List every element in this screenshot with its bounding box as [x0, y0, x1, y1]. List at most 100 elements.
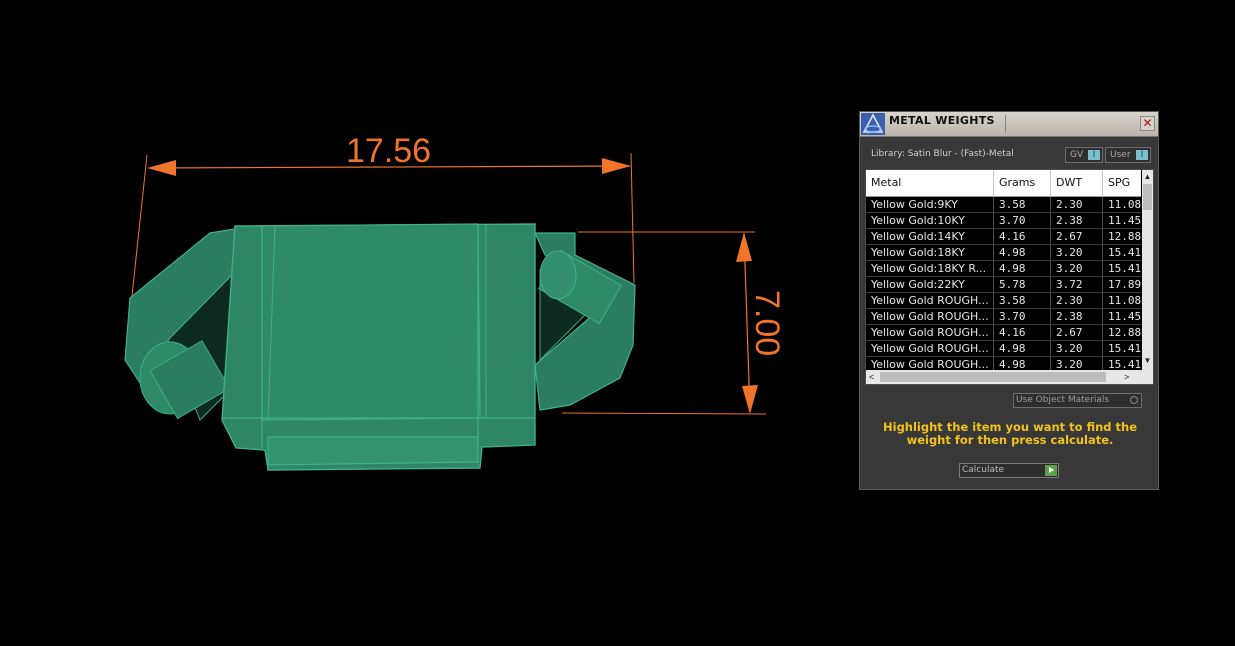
cell-spg: 11.45 [1108, 310, 1142, 323]
cell-metal: Yellow Gold ROUGH... [866, 341, 994, 356]
cell-grams: 4.16 [994, 325, 1051, 340]
table-row[interactable]: Yellow Gold:22KY 5.78 3.72 17.89 [866, 277, 1141, 293]
column-header-spg[interactable]: SPG [1103, 170, 1143, 196]
library-label: Library: Satin Blur - (Fast)-Metal [871, 149, 1014, 159]
cell-spg: 11.08 [1108, 294, 1142, 307]
cell-grams: 5.78 [994, 277, 1051, 292]
cell-spg: 11.45 [1108, 214, 1142, 227]
dim-extension-bottom [561, 412, 767, 415]
cell-spg: 11.08 [1108, 198, 1142, 211]
cell-dwt: 2.38 [1051, 309, 1103, 324]
cell-dwt: 3.20 [1051, 341, 1103, 356]
calculate-button[interactable]: Calculate [959, 463, 1059, 478]
dim-arrow-left [147, 160, 176, 176]
cell-grams: 4.98 [994, 245, 1051, 260]
play-icon [1045, 465, 1057, 476]
close-icon: ✕ [1142, 116, 1153, 130]
scroll-down-icon[interactable]: ▼ [1142, 356, 1153, 366]
horizontal-scrollbar[interactable]: < > [866, 370, 1153, 384]
cell-metal: Yellow Gold ROUGH... [866, 309, 994, 324]
instruction-text: Highlight the item you want to find the … [883, 420, 1137, 447]
vertical-scrollbar[interactable]: ▲ ▼ [1142, 170, 1153, 370]
table-row[interactable]: Yellow Gold:9KY 3.58 2.30 11.08 [866, 197, 1141, 213]
cell-spg: 12.88 [1108, 230, 1142, 243]
model-top-face [261, 223, 481, 421]
model-bottom-plate [267, 436, 479, 466]
dim-arrow-bottom [742, 385, 758, 414]
user-toggle-label: User [1110, 150, 1131, 160]
dim-extension-left [131, 154, 148, 297]
user-toggle-knob: I [1136, 150, 1148, 160]
title-divider [1005, 115, 1006, 133]
panel-title: METAL WEIGHTS [889, 114, 995, 127]
cell-dwt: 3.20 [1051, 245, 1103, 260]
cell-metal: Yellow Gold:9KY [866, 197, 994, 212]
gv-toggle-knob: I [1088, 150, 1100, 160]
metal-weights-panel: METAL WEIGHTS ✕ Library: Satin Blur - (F… [859, 111, 1159, 490]
dimension-height-label: 7.00 [748, 290, 786, 356]
cell-grams: 3.70 [994, 309, 1051, 324]
cell-grams: 3.58 [994, 197, 1051, 212]
table-row[interactable]: Yellow Gold ROUGH... 3.70 2.38 11.45 [866, 309, 1141, 325]
table-row[interactable]: Yellow Gold:10KY 3.70 2.38 11.45 [866, 213, 1141, 229]
cell-spg: 15.41 [1108, 262, 1142, 275]
cell-grams: 3.70 [994, 213, 1051, 228]
cell-dwt: 2.38 [1051, 213, 1103, 228]
cell-dwt: 2.30 [1051, 293, 1103, 308]
panel-titlebar[interactable]: METAL WEIGHTS ✕ [860, 112, 1158, 137]
use-object-materials-label: Use Object Materials [1016, 395, 1110, 405]
dim-arrow-right [602, 158, 631, 174]
table-row[interactable]: Yellow Gold ROUGH... 3.58 2.30 11.08 [866, 293, 1141, 309]
cell-spg: 17.89 [1108, 278, 1142, 291]
scroll-up-icon[interactable]: ▲ [1142, 172, 1153, 182]
table-row[interactable]: Yellow Gold:14KY 4.16 2.67 12.88 [866, 229, 1141, 245]
column-header-metal[interactable]: Metal [866, 170, 994, 196]
table-row[interactable]: Yellow Gold:18KY R... 4.98 3.20 15.41 [866, 261, 1141, 277]
table-row[interactable]: Yellow Gold ROUGH... 4.98 3.20 15.41 [866, 341, 1141, 357]
model-render: 17.56 7.00 [124, 132, 786, 471]
cell-grams: 4.98 [994, 341, 1051, 356]
3d-viewport[interactable]: 17.56 7.00 [0, 0, 855, 641]
use-object-materials-option[interactable]: Use Object Materials [1013, 393, 1142, 408]
cell-grams: 4.98 [994, 261, 1051, 276]
cell-dwt: 3.72 [1051, 277, 1103, 292]
close-button[interactable]: ✕ [1140, 116, 1155, 131]
cell-metal: Yellow Gold:18KY [866, 245, 994, 260]
cell-metal: Yellow Gold:22KY [866, 277, 994, 292]
cell-spg: 15.41 [1108, 342, 1142, 355]
cell-metal: Yellow Gold:14KY [866, 229, 994, 244]
user-toggle[interactable]: User I [1105, 147, 1151, 163]
horizontal-scroll-thumb[interactable] [880, 372, 1106, 382]
cell-metal: Yellow Gold ROUGH... [866, 325, 994, 340]
cell-dwt: 2.67 [1051, 229, 1103, 244]
radio-icon[interactable] [1130, 396, 1138, 404]
cell-dwt: 2.67 [1051, 325, 1103, 340]
cell-dwt: 2.30 [1051, 197, 1103, 212]
calculate-label: Calculate [962, 465, 1005, 475]
vertical-scroll-thumb[interactable] [1143, 184, 1152, 210]
cell-metal: Yellow Gold:10KY [866, 213, 994, 228]
gv-toggle[interactable]: GV I [1065, 147, 1103, 163]
scroll-right-icon[interactable]: > [1124, 370, 1134, 384]
model-right-cylinder-cap [539, 250, 577, 300]
table-row[interactable]: Yellow Gold ROUGH... 4.16 2.67 12.88 [866, 325, 1141, 341]
dim-extension-right [630, 152, 635, 284]
cell-spg: 12.88 [1108, 326, 1142, 339]
column-header-grams[interactable]: Grams [994, 170, 1051, 196]
metal-table[interactable]: Metal Grams DWT SPG Yellow Gold:9KY 3.58 2… [865, 169, 1154, 385]
dim-arrow-top [736, 232, 752, 262]
cell-spg: 15.41 [1108, 246, 1142, 259]
cell-metal: Yellow Gold:18KY R... [866, 261, 994, 276]
app-logo-icon [861, 113, 885, 135]
column-header-dwt[interactable]: DWT [1051, 170, 1103, 196]
cell-dwt: 3.20 [1051, 261, 1103, 276]
cell-grams: 4.16 [994, 229, 1051, 244]
table-header: Metal Grams DWT SPG [866, 170, 1141, 197]
dimension-width-label: 17.56 [346, 132, 431, 170]
table-body: Yellow Gold:9KY 3.58 2.30 11.08 Yellow Gold:… [866, 197, 1141, 373]
gv-toggle-label: GV [1070, 150, 1084, 160]
cell-metal: Yellow Gold ROUGH... [866, 293, 994, 308]
table-row[interactable]: Yellow Gold:18KY 4.98 3.20 15.41 [866, 245, 1141, 261]
scroll-left-icon[interactable]: < [869, 370, 879, 384]
cell-grams: 3.58 [994, 293, 1051, 308]
